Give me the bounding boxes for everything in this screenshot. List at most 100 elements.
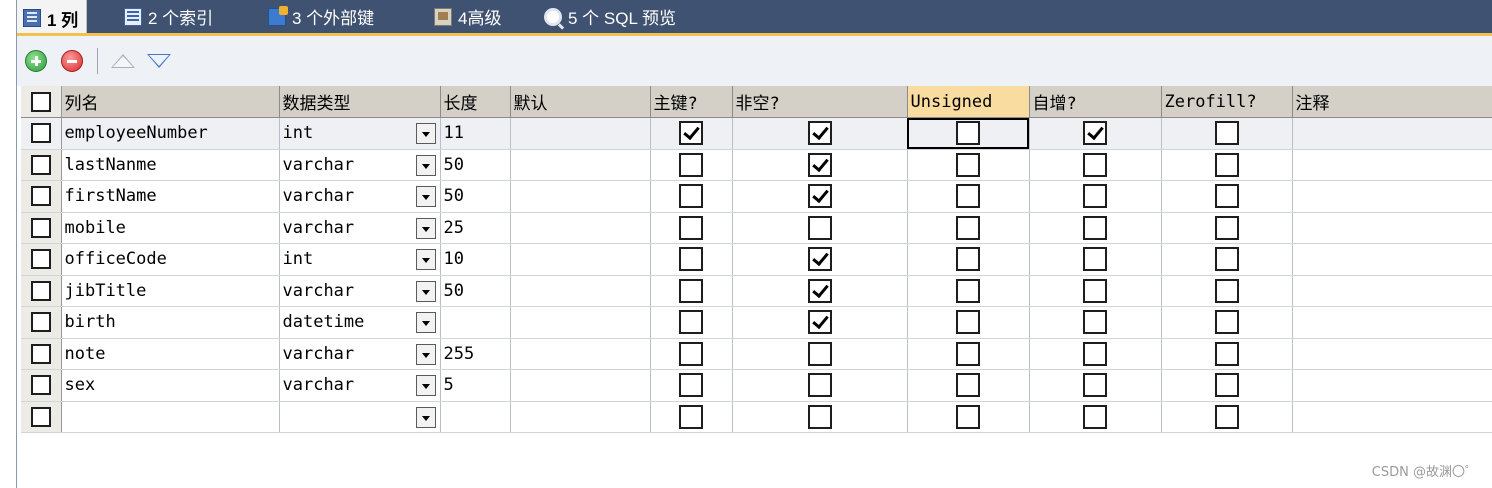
unsigned-checkbox[interactable] — [956, 184, 980, 209]
row-select-cell[interactable] — [21, 149, 62, 181]
table-row[interactable]: officeCode int 10 — [21, 243, 1492, 276]
row-select-checkbox[interactable] — [30, 280, 51, 301]
unsigned-checkbox[interactable] — [956, 121, 980, 146]
header-default[interactable]: 默认 — [510, 86, 651, 118]
length-cell[interactable]: 10 — [440, 243, 511, 276]
auto-increment-cell[interactable] — [1029, 401, 1162, 433]
column-name-cell[interactable]: employeeNumber — [61, 117, 280, 150]
not-null-checkbox[interactable] — [807, 184, 832, 209]
auto-increment-cell[interactable] — [1029, 306, 1162, 339]
column-name-cell[interactable]: sex — [61, 369, 280, 402]
auto-increment-checkbox[interactable] — [1083, 152, 1107, 177]
primary-key-cell[interactable] — [650, 149, 733, 181]
comment-cell[interactable] — [1292, 338, 1492, 370]
zerofill-checkbox[interactable] — [1214, 247, 1239, 272]
dropdown-arrow-icon[interactable] — [415, 217, 436, 239]
not-null-cell[interactable] — [732, 243, 908, 276]
default-cell[interactable] — [510, 149, 651, 181]
dropdown-arrow-icon[interactable] — [415, 249, 436, 270]
data-type-cell[interactable]: datetime — [279, 306, 441, 339]
zerofill-checkbox[interactable] — [1214, 310, 1239, 335]
not-null-checkbox[interactable] — [807, 152, 832, 177]
comment-cell[interactable] — [1292, 149, 1492, 181]
unsigned-checkbox[interactable] — [956, 278, 980, 303]
zerofill-cell[interactable] — [1161, 401, 1293, 433]
row-select-cell[interactable] — [21, 117, 62, 150]
zerofill-cell[interactable] — [1161, 369, 1293, 402]
not-null-cell[interactable] — [732, 338, 908, 370]
unsigned-cell[interactable] — [907, 338, 1030, 370]
primary-key-cell[interactable] — [650, 401, 733, 433]
auto-increment-cell[interactable] — [1029, 275, 1162, 307]
not-null-cell[interactable] — [732, 180, 908, 213]
data-type-cell[interactable]: varchar — [279, 180, 441, 213]
zerofill-cell[interactable] — [1161, 117, 1293, 150]
length-cell[interactable]: 11 — [440, 117, 511, 150]
auto-increment-checkbox[interactable] — [1083, 184, 1107, 209]
column-name-cell[interactable]: note — [61, 338, 280, 370]
auto-increment-checkbox[interactable] — [1083, 215, 1107, 240]
default-cell[interactable] — [510, 338, 651, 370]
unsigned-checkbox[interactable] — [956, 215, 980, 240]
zerofill-cell[interactable] — [1161, 275, 1293, 307]
length-cell[interactable]: 255 — [440, 338, 511, 370]
table-row[interactable]: jibTitle varchar 50 — [21, 275, 1492, 307]
header-primary-key[interactable]: 主键? — [650, 86, 733, 118]
primary-key-checkbox[interactable] — [679, 373, 703, 398]
row-select-cell[interactable] — [21, 369, 62, 402]
unsigned-cell[interactable] — [907, 275, 1030, 307]
table-row[interactable]: mobile varchar 25 — [21, 212, 1492, 244]
unsigned-cell[interactable] — [907, 243, 1030, 276]
unsigned-cell[interactable] — [907, 401, 1030, 433]
column-name-cell[interactable]: jibTitle — [61, 275, 280, 307]
header-unsigned[interactable]: Unsigned — [907, 86, 1030, 118]
data-type-cell[interactable] — [279, 401, 441, 433]
zerofill-cell[interactable] — [1161, 212, 1293, 244]
column-name-cell[interactable]: officeCode — [61, 243, 280, 276]
zerofill-checkbox[interactable] — [1214, 341, 1239, 366]
primary-key-cell[interactable] — [650, 369, 733, 402]
auto-increment-checkbox[interactable] — [1083, 341, 1107, 366]
dropdown-arrow-icon[interactable] — [415, 186, 436, 207]
unsigned-checkbox[interactable] — [956, 373, 980, 398]
table-row[interactable]: sex varchar 5 — [21, 369, 1492, 402]
unsigned-cell[interactable] — [907, 117, 1030, 150]
row-select-checkbox[interactable] — [30, 249, 51, 270]
column-name-cell[interactable]: mobile — [61, 212, 280, 244]
tab-foreign-keys[interactable]: 3 个外部键 — [262, 0, 382, 33]
dropdown-arrow-icon[interactable] — [415, 280, 436, 302]
not-null-checkbox[interactable] — [807, 310, 832, 335]
data-type-cell[interactable]: varchar — [279, 369, 441, 402]
tab-sql-preview[interactable]: 5 个 SQL 预览 — [538, 0, 684, 33]
row-select-cell[interactable] — [21, 306, 62, 339]
primary-key-checkbox[interactable] — [679, 247, 703, 272]
zerofill-checkbox[interactable] — [1214, 121, 1239, 146]
length-cell[interactable] — [440, 401, 511, 433]
header-comment[interactable]: 注释 — [1292, 86, 1492, 118]
default-cell[interactable] — [510, 243, 651, 276]
row-select-cell[interactable] — [21, 401, 62, 433]
zerofill-checkbox[interactable] — [1214, 215, 1239, 240]
column-name-cell[interactable] — [61, 401, 280, 433]
length-cell[interactable]: 50 — [440, 275, 511, 307]
not-null-checkbox[interactable] — [807, 373, 832, 398]
comment-cell[interactable] — [1292, 401, 1492, 433]
column-name-cell[interactable]: firstName — [61, 180, 280, 213]
default-cell[interactable] — [510, 180, 651, 213]
default-cell[interactable] — [510, 306, 651, 339]
row-select-checkbox[interactable] — [30, 186, 51, 207]
data-type-cell[interactable]: int — [279, 243, 441, 276]
row-select-checkbox[interactable] — [30, 375, 51, 396]
row-select-checkbox[interactable] — [30, 312, 51, 333]
row-select-cell[interactable] — [21, 243, 62, 276]
zerofill-cell[interactable] — [1161, 149, 1293, 181]
zerofill-checkbox[interactable] — [1214, 184, 1239, 209]
dropdown-arrow-icon[interactable] — [415, 123, 436, 144]
table-row[interactable]: lastNanme varchar 50 — [21, 149, 1492, 181]
table-row[interactable]: firstName varchar 50 — [21, 180, 1492, 213]
unsigned-cell[interactable] — [907, 369, 1030, 402]
row-select-checkbox[interactable] — [30, 154, 51, 175]
default-cell[interactable] — [510, 369, 651, 402]
primary-key-checkbox[interactable] — [679, 341, 703, 366]
primary-key-checkbox[interactable] — [679, 278, 703, 303]
